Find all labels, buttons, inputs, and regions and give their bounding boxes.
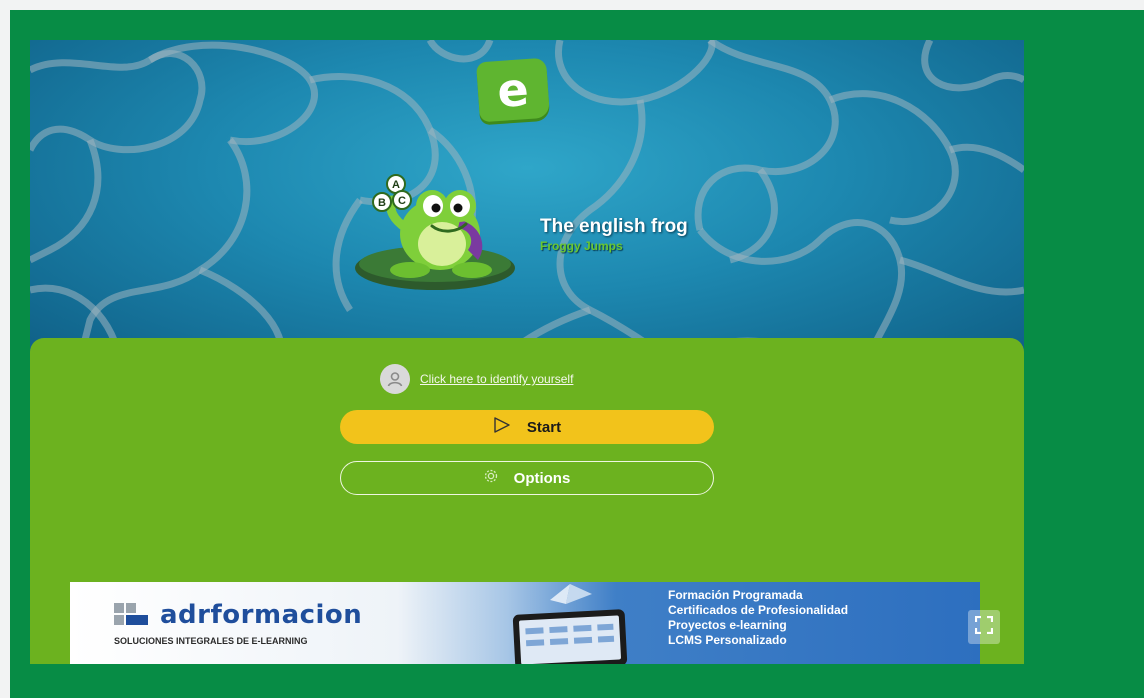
banner-tagline: SOLUCIONES INTEGRALES DE E-LEARNING: [114, 636, 308, 646]
bubble-letter-c: C: [398, 195, 406, 207]
game-subtitle: Froggy Jumps: [540, 239, 623, 253]
fullscreen-button[interactable]: [968, 610, 1000, 644]
options-button[interactable]: Options: [340, 461, 714, 495]
banner-brand-name: adrformacion: [160, 600, 363, 630]
game-title: The english frog: [540, 216, 688, 237]
app-logo: e: [475, 57, 551, 123]
fullscreen-icon: [974, 615, 994, 638]
gear-icon: [484, 469, 498, 487]
banner-service: Formación Programada: [668, 588, 803, 602]
start-label: Start: [526, 418, 562, 436]
frog-mascot: A B C: [355, 174, 515, 290]
identify-link[interactable]: Click here to identify yourself: [420, 372, 573, 386]
title-screen: e A B C The english frog Froggy Jumps: [30, 40, 1024, 360]
identify-row[interactable]: Click here to identify yourself: [380, 364, 573, 394]
banner-service: Certificados de Profesionalidad: [668, 603, 849, 617]
bubble-letter-a: A: [392, 179, 400, 191]
banner-service: LCMS Personalizado: [668, 633, 787, 647]
start-button[interactable]: Start: [340, 410, 714, 444]
bubble-letter-b: B: [378, 197, 386, 209]
user-icon: [380, 364, 410, 394]
banner-services: Formación Programada Certificados de Pro…: [668, 588, 848, 648]
ad-banner[interactable]: adrformacion SOLUCIONES INTEGRALES DE E-…: [70, 582, 980, 664]
tablet-illustration: [512, 584, 628, 664]
play-icon: [493, 417, 511, 437]
menu-panel: Click here to identify yourself Start Op…: [30, 338, 1024, 664]
game-frame: e A B C The english frog Froggy Jumps Cl…: [30, 40, 1024, 664]
banner-service: Proyectos e-learning: [668, 618, 787, 632]
brand-logo-icon: [114, 603, 148, 625]
banner-brand: adrformacion: [114, 600, 362, 630]
app-stage: e A B C The english frog Froggy Jumps Cl…: [10, 10, 1144, 698]
options-label: Options: [513, 469, 571, 487]
